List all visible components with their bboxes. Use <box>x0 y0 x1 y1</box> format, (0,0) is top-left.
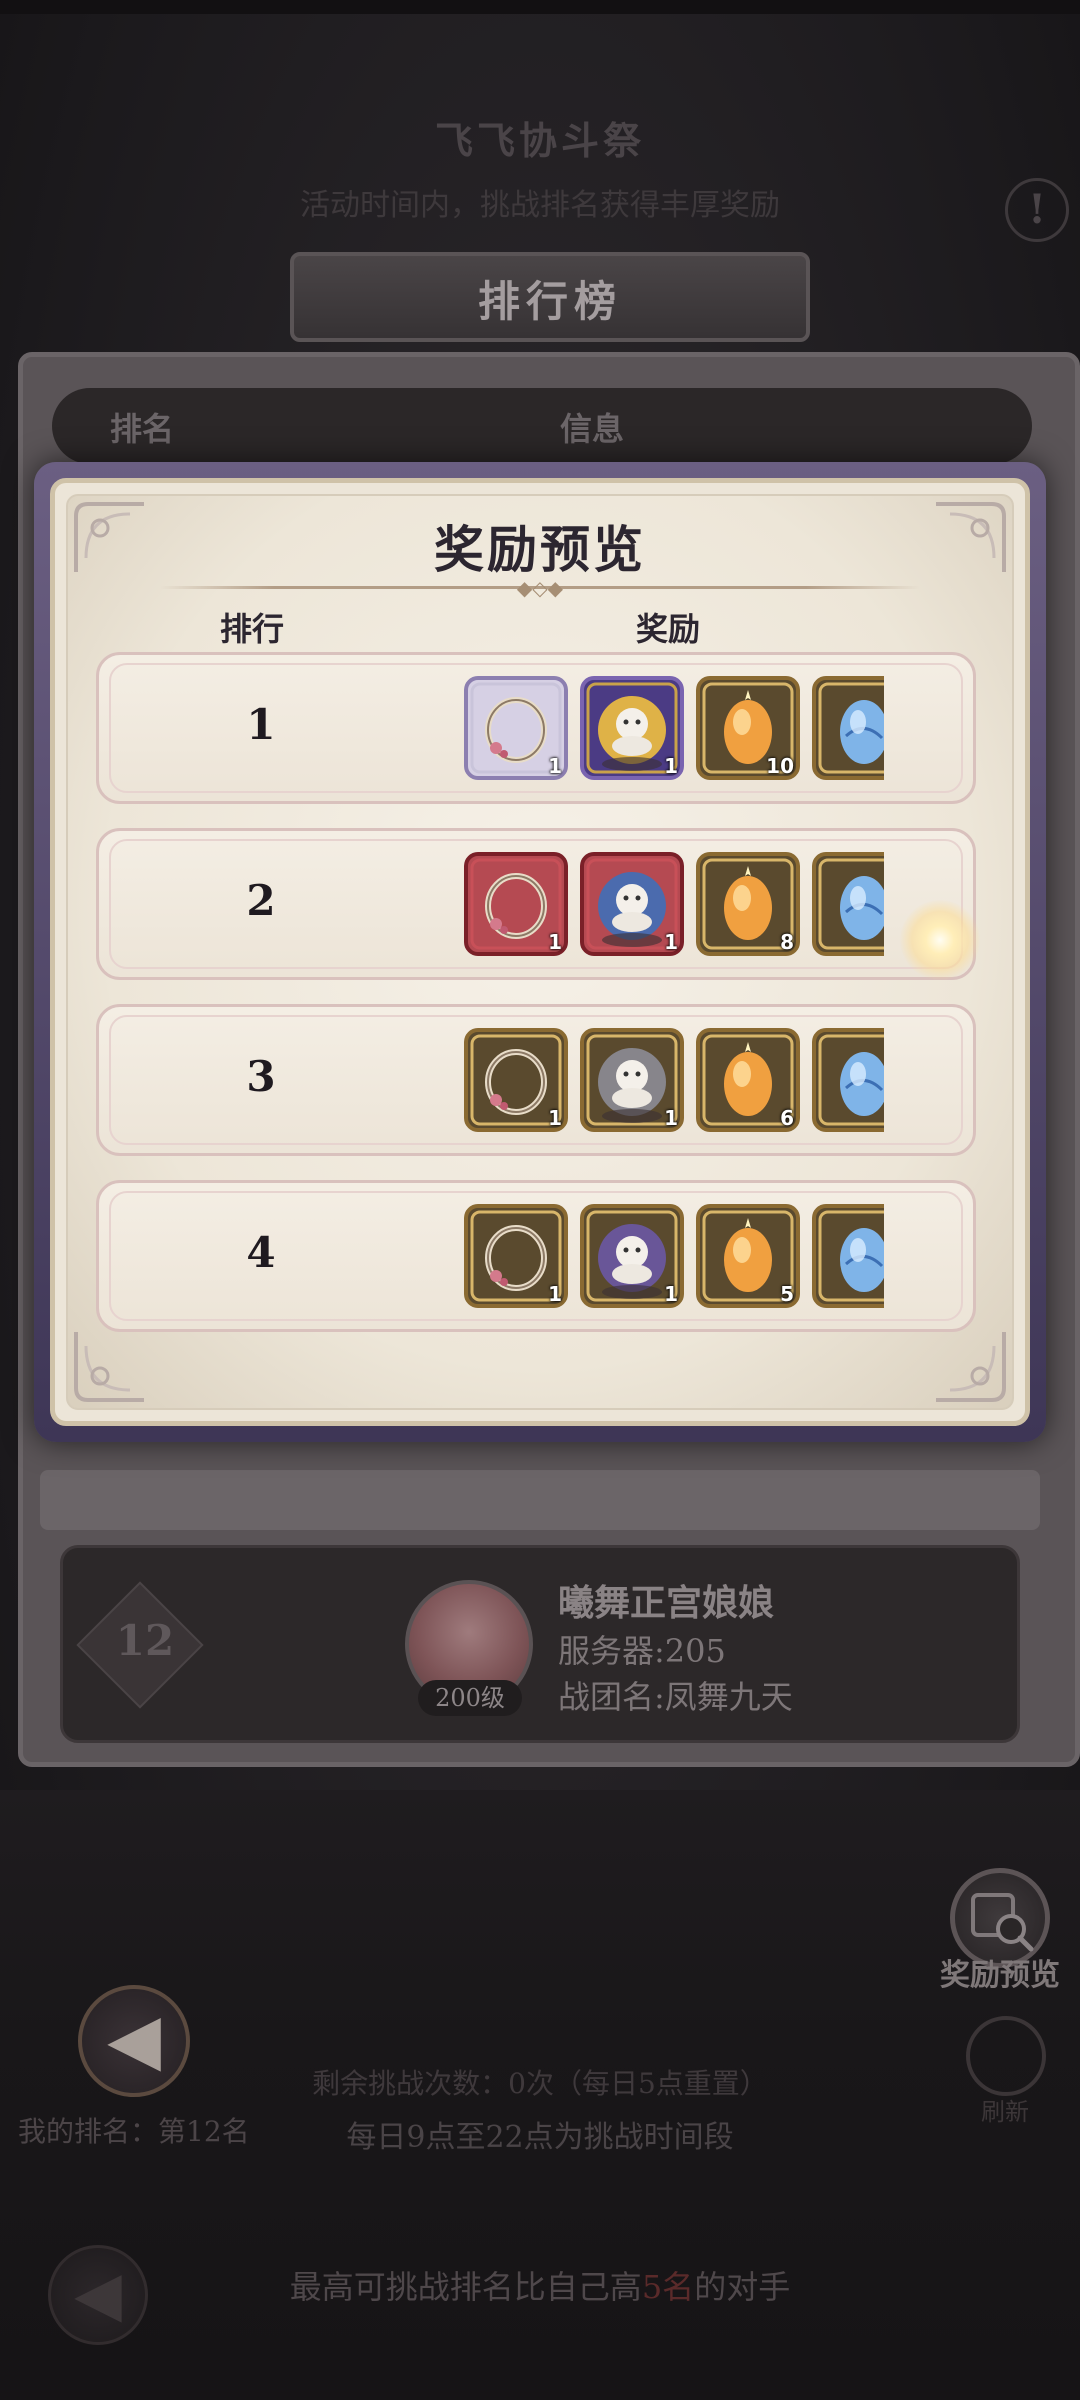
my-entry-guild: 战团名:凤舞九天 <box>558 1678 793 1716</box>
ring-icon[interactable]: 1 <box>464 1028 568 1132</box>
info-icon[interactable]: ! <box>1005 178 1069 242</box>
item-quantity: 1 <box>548 754 562 778</box>
leaderboard-col-info: 信息 <box>560 410 625 448</box>
item-quantity: 1 <box>664 754 678 778</box>
event-subtitle: 活动时间内，挑战排名获得丰厚奖励 <box>300 188 780 223</box>
item-quantity: 6 <box>780 1106 794 1130</box>
my-entry-level: 200级 <box>418 1680 522 1716</box>
status-bar <box>0 0 1080 14</box>
purple-figurine-icon[interactable]: 1 <box>580 1204 684 1308</box>
rank-number: 1 <box>246 700 276 749</box>
challenge-rule-text: 最高可挑战排名比自己高5名的对手 <box>0 2262 1080 2308</box>
reward-preview-button-label[interactable]: 奖励预览 <box>920 1950 1080 1994</box>
blue-egg-icon[interactable] <box>812 852 884 956</box>
reward-preview-title: 奖励预览 <box>434 520 646 579</box>
ring-icon[interactable]: 1 <box>464 1204 568 1308</box>
orange-egg-icon[interactable]: 5 <box>696 1204 800 1308</box>
item-quantity: 5 <box>780 1282 794 1306</box>
rank-number: 4 <box>246 1228 276 1277</box>
item-quantity: 1 <box>664 930 678 954</box>
item-quantity: 1 <box>548 1106 562 1130</box>
silver-figurine-icon[interactable]: 1 <box>580 1028 684 1132</box>
my-entry-server: 服务器:205 <box>558 1632 726 1670</box>
reward-rank-row: 2 1 1 8 <box>96 828 976 980</box>
challenge-schedule-text: 每日9点至22点为挑战时间段 <box>346 2120 734 2155</box>
refresh-icon[interactable] <box>966 2016 1046 2096</box>
leaderboard-list-strip <box>40 1470 1040 1530</box>
item-quantity: 10 <box>766 754 794 778</box>
remaining-challenges-text: 剩余挑战次数：0次（每日5点重置） <box>312 2067 768 2100</box>
sparkle-effect <box>900 900 980 980</box>
reward-items: 1 1 6 <box>464 1028 884 1138</box>
reward-items: 1 1 5 <box>464 1204 884 1314</box>
leaderboard-column-bar <box>52 388 1032 464</box>
orange-egg-icon[interactable]: 10 <box>696 676 800 780</box>
leaderboard-title: 排行榜 <box>477 277 622 326</box>
ring-icon[interactable]: 1 <box>464 676 568 780</box>
rank-number: 2 <box>246 876 276 925</box>
reward-rank-row: 1 1 1 10 <box>96 652 976 804</box>
corner-ornament-icon <box>936 1332 1006 1402</box>
item-quantity: 8 <box>780 930 794 954</box>
challenge-rule-suffix: 的对手 <box>694 2268 791 2306</box>
reward-rank-row: 4 1 1 5 <box>96 1180 976 1332</box>
divider-ornament-icon: ◆◇◆ <box>516 576 564 600</box>
blue-figurine-icon[interactable]: 1 <box>580 852 684 956</box>
my-entry-row[interactable] <box>60 1545 1020 1743</box>
event-title: 飞飞协斗祭 <box>434 118 645 163</box>
reward-items: 1 1 10 <box>464 676 884 786</box>
blue-egg-icon[interactable] <box>812 1204 884 1308</box>
item-quantity: 1 <box>548 930 562 954</box>
item-quantity: 1 <box>664 1106 678 1130</box>
reward-items: 1 1 8 <box>464 852 884 962</box>
blue-egg-icon[interactable] <box>812 1028 884 1132</box>
ring-icon[interactable]: 1 <box>464 852 568 956</box>
my-entry-name: 曦舞正宫娘娘 <box>558 1582 775 1624</box>
item-quantity: 1 <box>664 1282 678 1306</box>
reward-rank-row: 3 1 1 6 <box>96 1004 976 1156</box>
item-quantity: 1 <box>548 1282 562 1306</box>
orange-egg-icon[interactable]: 6 <box>696 1028 800 1132</box>
leaderboard-col-rank: 排名 <box>110 410 175 448</box>
refresh-button-label[interactable]: 刷新 <box>960 2092 1050 2127</box>
corner-ornament-icon <box>74 1332 144 1402</box>
blue-egg-icon[interactable] <box>812 676 884 780</box>
reward-col-reward: 奖励 <box>636 610 701 648</box>
my-entry-rank: 12 <box>115 1616 175 1665</box>
challenge-rule-prefix: 最高可挑战排名比自己高 <box>289 2268 642 2306</box>
reward-col-rank: 排行 <box>220 610 285 648</box>
gold-figurine-icon[interactable]: 1 <box>580 676 684 780</box>
rank-number: 3 <box>246 1052 276 1101</box>
game-screen: 飞飞协斗祭 活动时间内，挑战排名获得丰厚奖励 ! ◀ 我的排名：第12名 剩余挑… <box>0 0 1080 2400</box>
challenge-rule-highlight: 5名 <box>641 2268 695 2306</box>
orange-egg-icon[interactable]: 8 <box>696 852 800 956</box>
